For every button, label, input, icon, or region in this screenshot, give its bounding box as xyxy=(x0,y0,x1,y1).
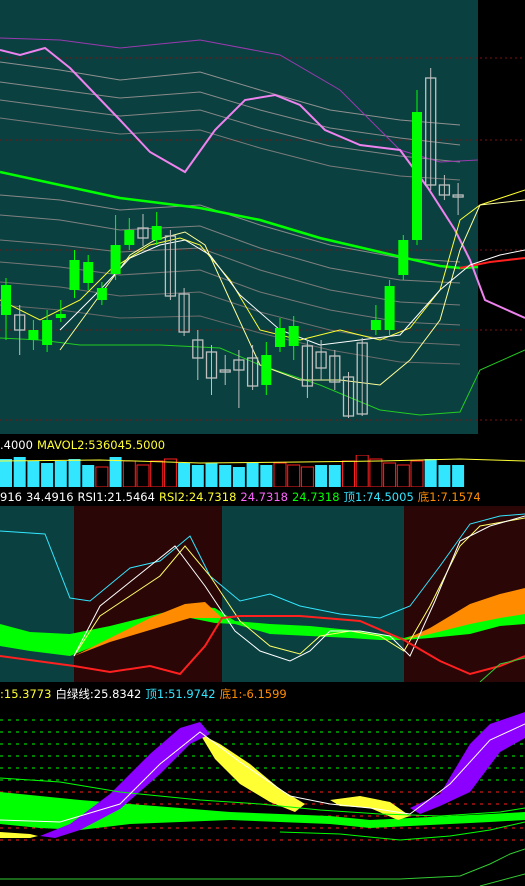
volume-left-value: .4000 xyxy=(0,438,33,452)
volume-info-bar: .4000 MAVOL2:536045.5000 xyxy=(0,436,525,454)
volume-bar-0 xyxy=(0,459,12,487)
volume-bar-19 xyxy=(260,465,273,487)
volume-bar-24 xyxy=(328,465,341,487)
rsi-top-value: 顶1:74.5005 xyxy=(343,490,414,504)
volume-chart xyxy=(0,455,525,487)
candle-body-28 xyxy=(384,286,395,330)
macd-panel xyxy=(0,704,525,886)
whitegreen-value: 白绿线:25.8342 xyxy=(55,687,142,701)
candle-body-8 xyxy=(110,245,121,274)
rsi-v1: 34.4916 xyxy=(25,490,74,504)
rsi-panel xyxy=(0,506,525,682)
candle-body-3 xyxy=(42,320,53,345)
macd-top-value: 顶1:51.9742 xyxy=(145,687,216,701)
volume-bar-3 xyxy=(41,463,54,487)
candle-body-21 xyxy=(288,326,299,346)
candle-body-0 xyxy=(1,285,11,315)
candle-body-30 xyxy=(412,112,422,240)
candle-body-29 xyxy=(398,240,409,275)
candle-body-4 xyxy=(55,314,66,318)
rsi-chart xyxy=(0,506,525,682)
price-panel xyxy=(0,0,525,434)
rsi-prefix: 916 xyxy=(0,490,22,504)
price-right-background xyxy=(478,0,525,434)
volume-bar-33 xyxy=(452,465,465,487)
macd-chart xyxy=(0,704,525,886)
candle-body-7 xyxy=(96,288,107,300)
volume-bar-32 xyxy=(438,465,451,487)
candle-body-27 xyxy=(370,320,381,330)
rsi-region-0 xyxy=(0,506,74,682)
rsi-region-2 xyxy=(222,506,404,682)
volume-bar-18 xyxy=(246,463,259,487)
macd-v1: :15.3773 xyxy=(0,687,52,701)
candle-body-19 xyxy=(261,355,272,385)
volume-bar-17 xyxy=(232,467,245,487)
volume-bar-6 xyxy=(82,465,95,487)
rsi-bottom-value: 底1:7.1574 xyxy=(417,490,481,504)
volume-bar-14 xyxy=(191,465,204,487)
candle-body-20 xyxy=(275,328,285,347)
rsi-v2: 24.7318 xyxy=(240,490,288,504)
volume-bar-13 xyxy=(178,463,191,487)
rsi1-value: RSI1:21.5464 xyxy=(77,490,155,504)
macd-info-bar: :15.3773 白绿线:25.8342 顶1:51.9742 底1:-6.1599 xyxy=(0,685,525,703)
candle-body-5 xyxy=(69,260,80,290)
candle-body-6 xyxy=(83,262,94,283)
mavol2-value: MAVOL2:536045.5000 xyxy=(36,438,166,452)
volume-bar-31 xyxy=(424,459,437,487)
volume-bar-16 xyxy=(219,465,232,487)
volume-bar-1 xyxy=(13,457,26,487)
rsi-region-1 xyxy=(74,506,222,682)
volume-bar-15 xyxy=(205,463,218,487)
volume-bar-2 xyxy=(27,461,40,487)
volume-bar-4 xyxy=(54,461,67,487)
price-chart xyxy=(0,0,525,434)
volume-bar-8 xyxy=(109,457,122,487)
rsi-v3: 24.7318 xyxy=(291,490,340,504)
candle-body-9 xyxy=(124,230,135,245)
rsi2-value: RSI2:24.7318 xyxy=(158,490,237,504)
rsi-info-bar: 916 34.4916 RSI1:21.5464 RSI2:24.7318 24.731… xyxy=(0,488,525,506)
macd-bottom-value: 底1:-6.1599 xyxy=(219,687,287,701)
candle-body-2 xyxy=(28,330,39,340)
candle-body-11 xyxy=(151,226,162,240)
volume-bar-23 xyxy=(315,465,328,487)
volume-panel xyxy=(0,455,525,487)
volume-bar-5 xyxy=(68,459,81,487)
